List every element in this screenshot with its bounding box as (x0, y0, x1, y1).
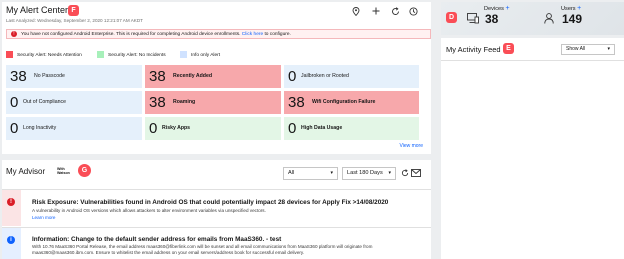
tile-risky-apps[interactable]: 0 Risky Apps (145, 117, 281, 140)
view-more-link[interactable]: View more (399, 143, 423, 149)
error-icon: ! (7, 198, 15, 206)
click-here-link[interactable]: Click here (242, 32, 263, 37)
devices-icon (467, 13, 479, 27)
advisor-message-critical[interactable]: ! Risk Exposure: Vulnerabilities found i… (2, 189, 431, 226)
devices-label[interactable]: Devices + (484, 5, 510, 12)
tile-jailbroken-rooted[interactable]: 0 Jailbroken or Rooted (284, 65, 419, 88)
location-pin-icon[interactable] (351, 7, 361, 17)
tile-label: Roaming (173, 99, 196, 105)
activity-filter-select[interactable]: Show All ▾ (561, 44, 615, 55)
annotation-tag-f: F (68, 5, 79, 16)
activity-feed-panel: My Activity Feed E Show All ▾ (441, 38, 624, 259)
advisor-message-info[interactable]: i Information: Change to the default sen… (2, 227, 431, 259)
legend-needs-attention: Security Alert: Needs Attention (6, 51, 82, 59)
tile-count: 0 (288, 68, 297, 85)
chevron-down-icon: ▾ (388, 170, 391, 176)
tile-count: 38 (149, 68, 166, 85)
message-body-line2: maas360@maas360.ibm.com. Ensure to white… (32, 250, 305, 255)
refresh-icon[interactable] (390, 7, 400, 17)
refresh-icon[interactable] (401, 169, 409, 179)
tile-out-of-compliance[interactable]: 0 Out of Compliance (6, 91, 142, 114)
summary-stats: D Devices + 38 Users + 149 (441, 2, 624, 35)
tile-label: Recently Added (173, 73, 213, 79)
email-icon[interactable] (411, 169, 421, 179)
tile-long-inactivity[interactable]: 0 Long Inactivity (6, 117, 142, 140)
users-count[interactable]: 149 (562, 12, 582, 26)
info-icon: i (7, 236, 15, 244)
banner-text: You have not configured Android Enterpri… (21, 31, 291, 37)
tile-count: 0 (10, 120, 19, 137)
android-enterprise-banner: ! You have not configured Android Enterp… (6, 29, 431, 39)
add-device-button[interactable]: + (505, 5, 509, 12)
date-range-select[interactable]: Last 180 Days ▾ (342, 167, 396, 180)
tile-label: Jailbroken or Rooted (301, 73, 349, 79)
users-label[interactable]: Users + (561, 5, 581, 12)
user-icon (544, 13, 554, 27)
clock-icon[interactable] (408, 7, 418, 17)
annotation-tag-e: E (503, 43, 514, 54)
advisor-title: My Advisor (6, 167, 46, 176)
alert-center-title: My Alert Center (6, 5, 69, 15)
legend-no-incidents: Security Alert: No Incidents (97, 51, 166, 59)
add-icon[interactable] (371, 7, 381, 17)
chevron-down-icon: ▾ (607, 46, 610, 52)
activity-feed-title: My Activity Feed (446, 45, 501, 54)
tile-label: Out of Compliance (23, 99, 66, 105)
tile-no-passcode[interactable]: 38 No Passcode (6, 65, 142, 88)
tile-count: 38 (10, 68, 27, 85)
divider (441, 60, 624, 61)
devices-count[interactable]: 38 (485, 12, 498, 26)
add-user-button[interactable]: + (577, 5, 581, 12)
advisor-panel: My Advisor With Watson G All ▾ Last 180 … (2, 160, 431, 259)
tile-count: 38 (288, 94, 305, 111)
tile-label: Risky Apps (162, 125, 191, 131)
tile-recently-added[interactable]: 38 Recently Added (145, 65, 281, 88)
severity-filter-select[interactable]: All ▾ (283, 167, 338, 180)
last-analyzed-text: Last Analyzed: Wednesday, September 2, 2… (6, 18, 143, 23)
chevron-down-icon: ▾ (330, 170, 333, 176)
legend-swatch-red (6, 51, 13, 58)
message-title: Risk Exposure: Vulnerabilities found in … (32, 199, 389, 206)
error-icon: ! (11, 31, 17, 37)
tile-count: 38 (149, 94, 166, 111)
message-title: Information: Change to the default sende… (32, 236, 282, 243)
annotation-tag-g: G (78, 164, 91, 177)
tile-count: 0 (149, 120, 158, 137)
watson-logo: With Watson (57, 167, 70, 175)
tile-wifi-config-failure[interactable]: 38 Wifi Configuration Failure (284, 91, 419, 114)
alert-center-panel: My Alert Center F Last Analyzed: Wednesd… (2, 2, 431, 154)
tile-count: 0 (288, 120, 297, 137)
tile-label: Wifi Configuration Failure (312, 99, 376, 105)
legend-swatch-green (97, 51, 104, 58)
tile-high-data-usage[interactable]: 0 High Data Usage (284, 117, 419, 140)
tile-label: No Passcode (34, 73, 65, 79)
tile-label: High Data Usage (301, 125, 343, 131)
legend-info-only: Info only Alert (180, 51, 220, 59)
message-body: A vulnerability in Android OS versions w… (32, 208, 266, 213)
tile-roaming[interactable]: 38 Roaming (145, 91, 281, 114)
tile-label: Long Inactivity (23, 125, 57, 131)
tile-count: 0 (10, 94, 19, 111)
annotation-tag-d: D (446, 12, 457, 23)
legend-swatch-blue (180, 51, 187, 58)
learn-more-link[interactable]: Learn more (32, 215, 56, 220)
